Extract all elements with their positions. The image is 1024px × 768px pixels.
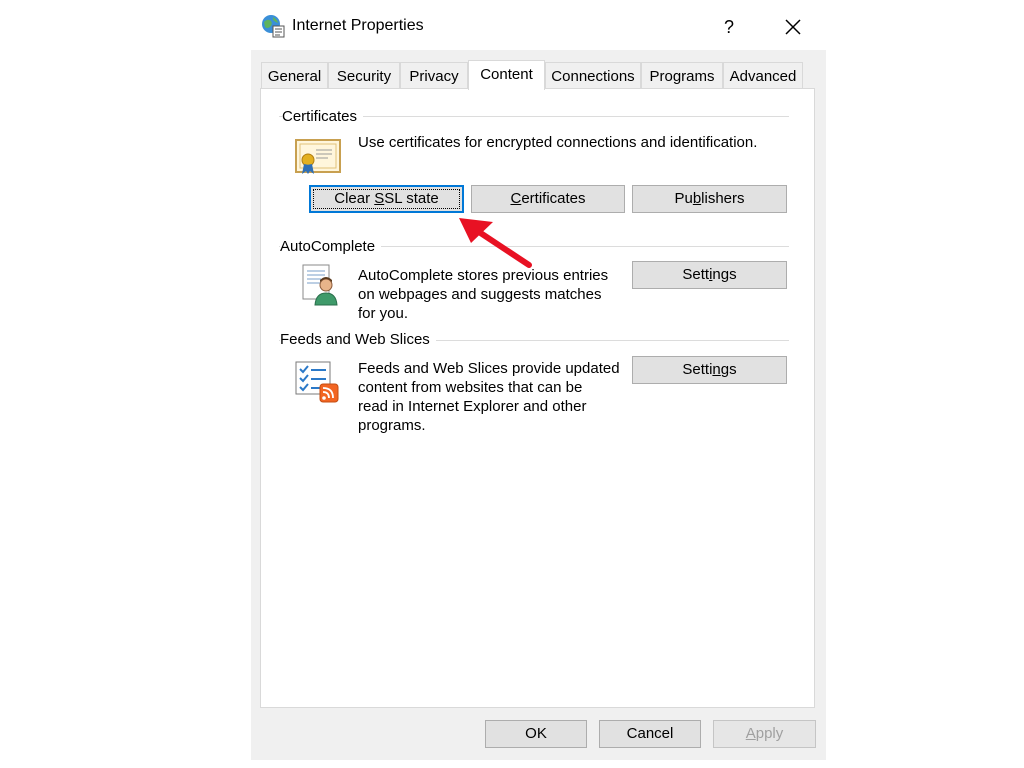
internet-options-icon <box>262 15 285 38</box>
tab-advanced[interactable]: Advanced <box>723 62 803 89</box>
certificates-heading: Certificates <box>282 108 364 125</box>
feeds-description-line-2: content from websites that can be <box>358 379 583 396</box>
publishers-label-post: lishers <box>701 190 745 207</box>
clear-ssl-state-button[interactable]: Clear SSL state <box>309 185 464 213</box>
clear-ssl-label-pre: Clear <box>334 190 375 207</box>
tab-privacy[interactable]: Privacy <box>400 62 468 89</box>
certificates-button[interactable]: Certificates <box>471 185 625 213</box>
certificates-label-post: ertificates <box>521 190 586 207</box>
feeds-heading: Feeds and Web Slices <box>280 331 436 348</box>
feeds-settings-access-key: n <box>712 361 721 378</box>
tab-general[interactable]: General <box>261 62 328 89</box>
autocomplete-settings-label-post: ngs <box>712 266 737 283</box>
autocomplete-description-line-3: for you. <box>358 305 409 322</box>
annotation-arrow-icon <box>459 218 532 268</box>
publishers-access-key: b <box>692 190 702 207</box>
tab-content[interactable]: Content <box>468 60 545 90</box>
tab-security[interactable]: Security <box>328 62 400 89</box>
ok-button[interactable]: OK <box>485 720 587 748</box>
autocomplete-user-icon <box>302 264 338 306</box>
feeds-rss-icon <box>295 361 339 403</box>
clear-ssl-label-post: SL state <box>384 190 439 207</box>
apply-label-post: pply <box>755 725 784 742</box>
autocomplete-settings-button[interactable]: Settings <box>632 261 787 289</box>
feeds-description-line-4: programs. <box>358 417 426 434</box>
feeds-description-line-3: read in Internet Explorer and other <box>358 398 587 415</box>
certificates-access-key: C <box>510 190 522 207</box>
autocomplete-description-line-2: on webpages and suggests matches <box>358 286 602 303</box>
publishers-label-pre: Pu <box>674 190 693 207</box>
feeds-description-line-1: Feeds and Web Slices provide updated <box>358 360 620 377</box>
autocomplete-heading: AutoComplete <box>280 238 382 255</box>
window-title: Internet Properties <box>292 17 424 34</box>
content-tab-panel: Certificates Use certificates for encryp… <box>260 88 815 708</box>
tab-connections[interactable]: Connections <box>545 62 641 89</box>
apply-button[interactable]: Apply <box>713 720 816 748</box>
help-button[interactable]: ? <box>711 10 747 44</box>
certificate-icon <box>295 139 341 174</box>
cancel-button[interactable]: Cancel <box>599 720 701 748</box>
internet-properties-dialog: Internet Properties ? General Security P… <box>251 0 826 760</box>
feeds-settings-label-pre: Setti <box>682 361 713 378</box>
feeds-settings-button[interactable]: Settings <box>632 356 787 384</box>
apply-access-key: A <box>745 725 756 742</box>
tab-programs[interactable]: Programs <box>641 62 723 89</box>
clear-ssl-access-key: S <box>374 190 385 207</box>
autocomplete-settings-label-pre: Sett <box>682 266 710 283</box>
close-icon <box>785 19 801 35</box>
title-bar: Internet Properties ? <box>251 0 826 50</box>
publishers-button[interactable]: Publishers <box>632 185 787 213</box>
feeds-settings-label-post: gs <box>720 361 737 378</box>
close-button[interactable] <box>775 10 811 44</box>
certificates-description: Use certificates for encrypted connectio… <box>358 134 758 151</box>
